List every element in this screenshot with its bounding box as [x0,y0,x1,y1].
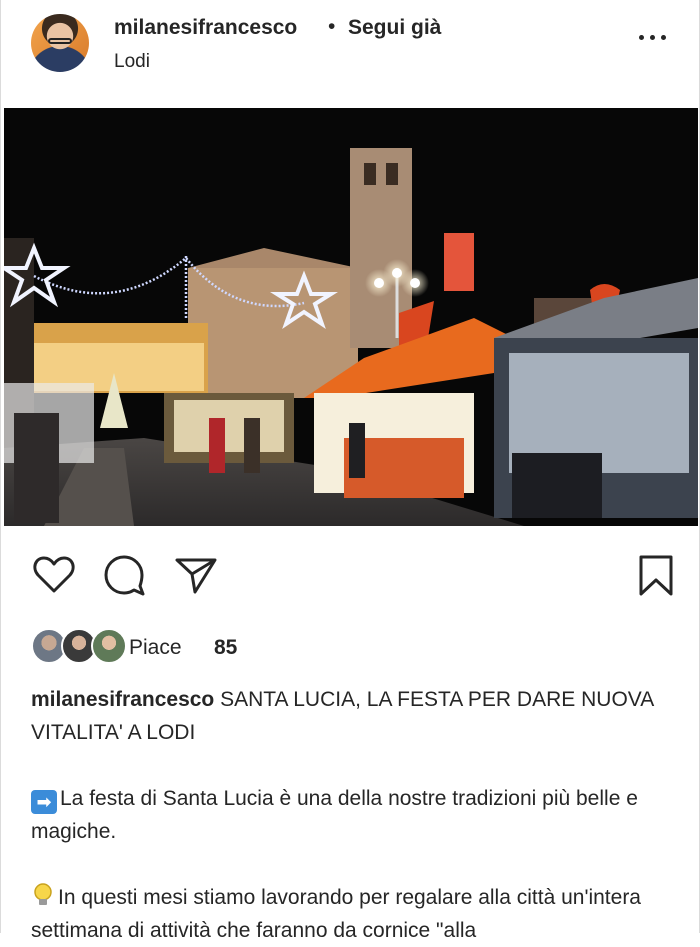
heart-icon[interactable] [31,552,77,598]
post-caption: milanesifrancesco SANTA LUCIA, LA FESTA … [31,683,681,947]
caption-paragraph: In questi mesi stiamo lavorando per rega… [31,886,641,942]
post-actions [1,552,699,608]
liker-avatar [91,628,127,664]
caption-paragraph: La festa di Santa Lucia è una della nost… [31,787,638,843]
more-horizontal-icon[interactable] [633,22,673,52]
arrow-right-icon: ➡ [31,790,57,814]
location-link[interactable]: Lodi [114,51,150,73]
post-username[interactable]: milanesifrancesco [114,16,297,40]
avatar[interactable] [31,14,89,72]
post-header: milanesifrancesco • Segui già Lodi [1,0,699,105]
likes-count[interactable]: 85 [214,636,237,660]
likes-row[interactable]: Piace 85 [31,628,431,668]
follow-status-button[interactable]: Segui già [348,16,441,40]
lightbulb-icon [31,882,55,908]
send-icon[interactable] [173,552,219,598]
caption-username[interactable]: milanesifrancesco [31,688,214,711]
bookmark-icon[interactable] [633,552,679,598]
comment-icon[interactable] [102,552,148,598]
post-photo[interactable] [4,108,698,526]
separator-dot: • [328,15,336,38]
likes-label: Piace [129,636,182,659]
instagram-post: milanesifrancesco • Segui già Lodi Piace… [0,0,700,942]
